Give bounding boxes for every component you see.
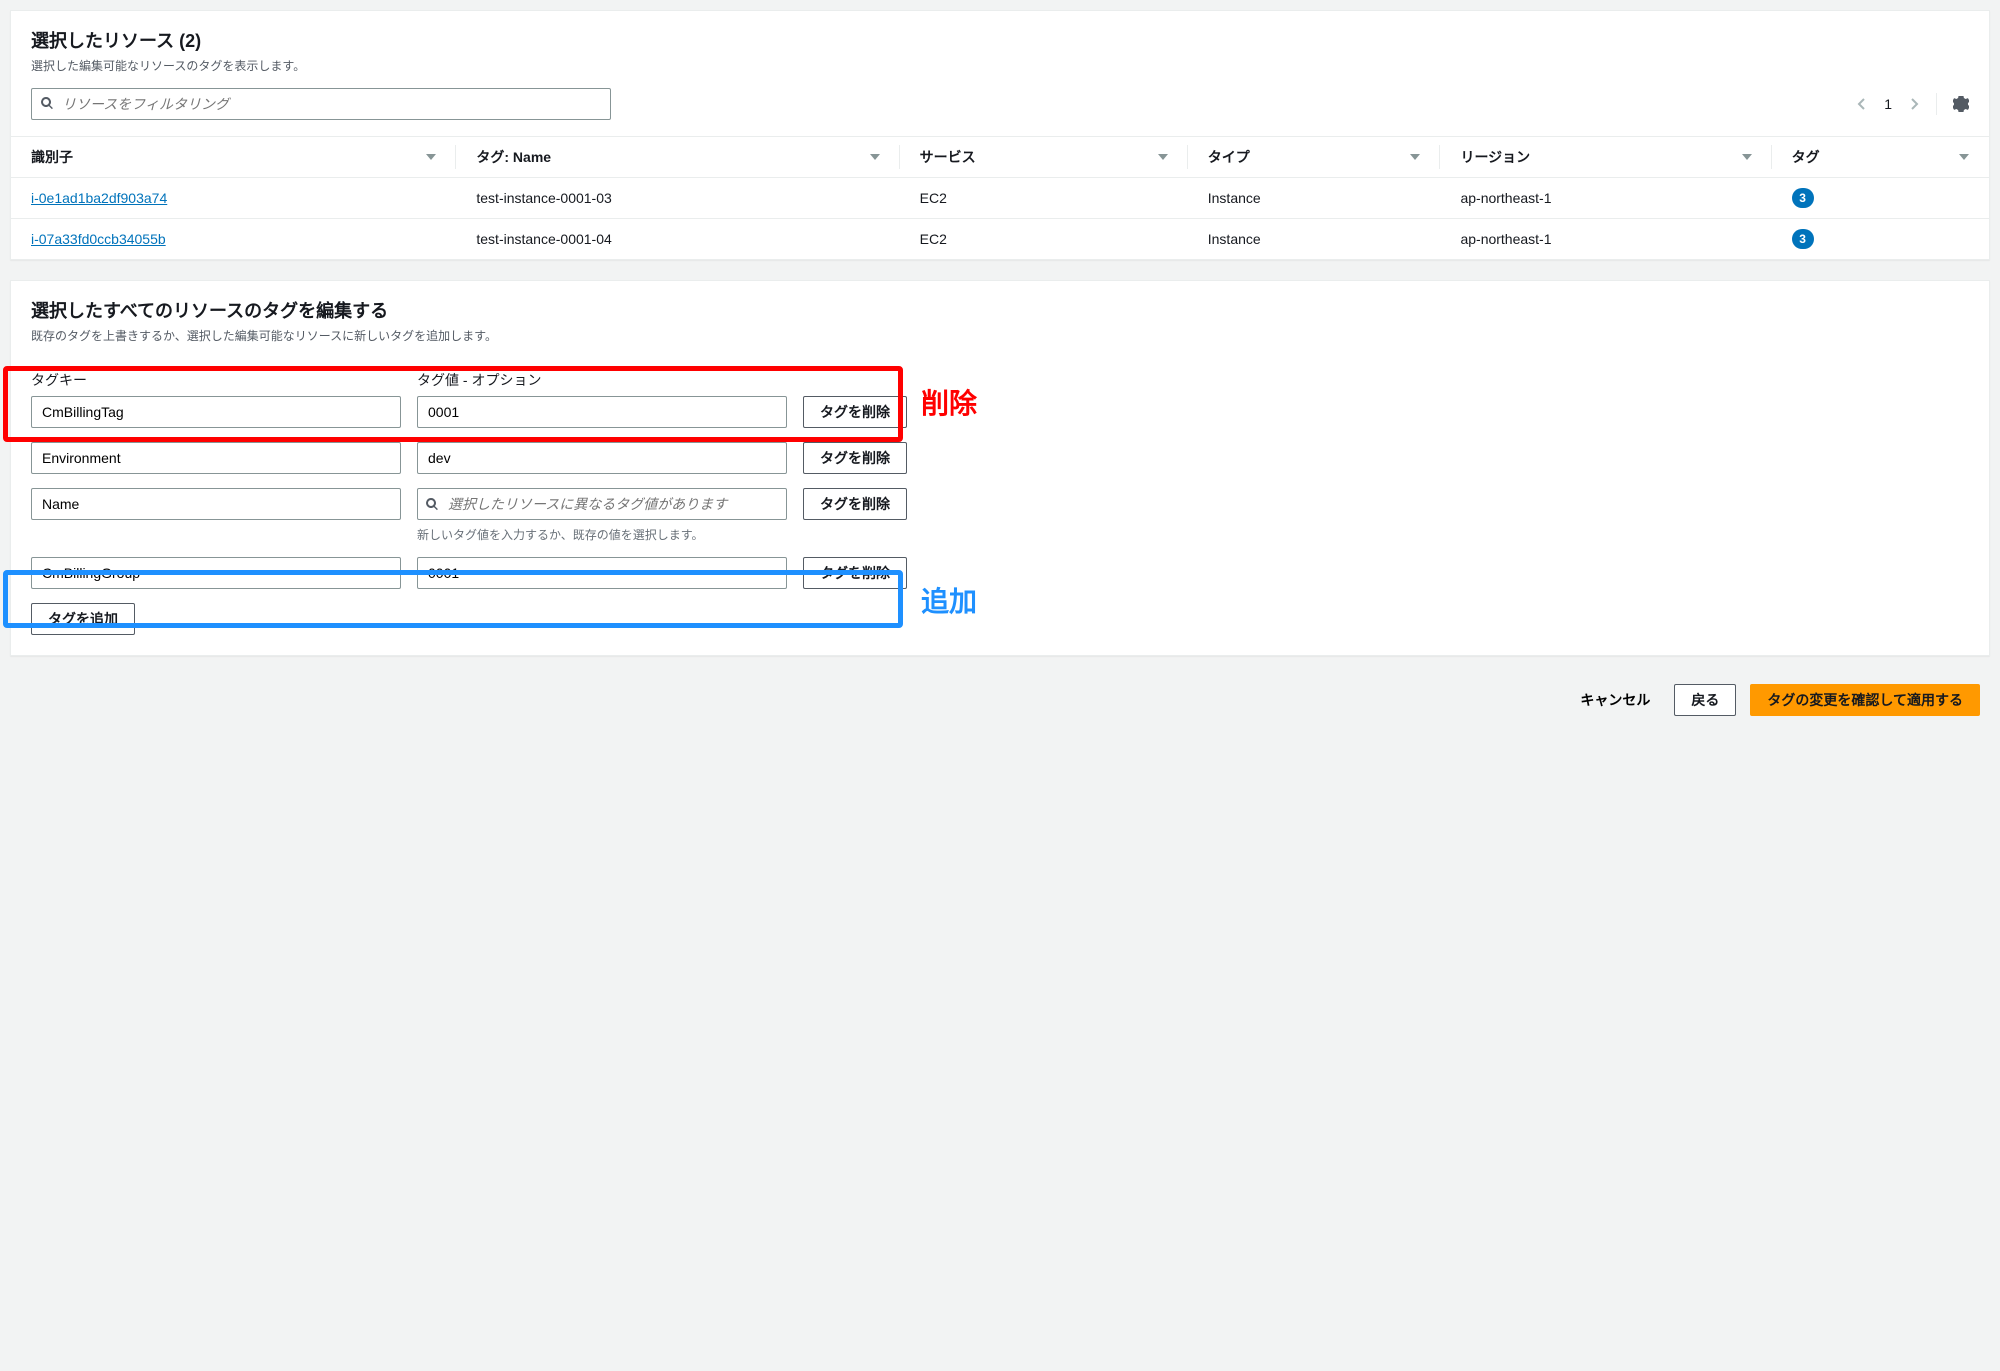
remove-tag-button[interactable]: タグを削除 xyxy=(803,442,907,474)
resources-table: 識別子 タグ: Name サービス タイプ リージョン タグ i-0e1ad1b… xyxy=(11,136,1989,259)
annotation-add: 追加 xyxy=(921,580,977,620)
tag-editor: タグキー タグ値 - オプション タグを削除 タグを削除 タグを削除 新しいタグ… xyxy=(11,358,1989,655)
selected-resources-description: 選択した編集可能なリソースのタグを表示します。 xyxy=(31,57,1969,74)
tag-value-input[interactable] xyxy=(417,442,787,474)
cell-type: Instance xyxy=(1188,178,1441,219)
sort-icon xyxy=(1158,152,1168,162)
resource-identifier-link[interactable]: i-07a33fd0ccb34055b xyxy=(31,231,166,247)
resource-identifier-link[interactable]: i-0e1ad1ba2df903a74 xyxy=(31,190,167,206)
annotation-delete: 削除 xyxy=(921,382,977,422)
cell-tag-name: test-instance-0001-03 xyxy=(456,178,899,219)
cell-service: EC2 xyxy=(900,178,1188,219)
selected-resources-title: 選択したリソース (2) xyxy=(31,27,1969,53)
apply-button[interactable]: タグの変更を確認して適用する xyxy=(1750,684,1980,716)
tag-value-input[interactable] xyxy=(417,488,787,520)
remove-tag-button[interactable]: タグを削除 xyxy=(803,396,907,428)
tag-value-input[interactable] xyxy=(417,396,787,428)
cell-region: ap-northeast-1 xyxy=(1440,178,1771,219)
panel-header: 選択したリソース (2) 選択した編集可能なリソースのタグを表示します。 xyxy=(11,11,1989,88)
cell-service: EC2 xyxy=(900,219,1188,260)
filter-row: 1 xyxy=(11,88,1989,136)
tag-row: タグを削除 xyxy=(31,396,1969,428)
panel-header: 選択したすべてのリソースのタグを編集する 既存のタグを上書きするか、選択した編集… xyxy=(11,281,1989,358)
edit-tags-title: 選択したすべてのリソースのタグを編集する xyxy=(31,297,1969,323)
sort-icon xyxy=(1742,152,1752,162)
col-service[interactable]: サービス xyxy=(900,137,1188,178)
pager-page-number: 1 xyxy=(1884,96,1892,112)
col-type[interactable]: タイプ xyxy=(1188,137,1441,178)
tag-row: タグを削除 xyxy=(31,442,1969,474)
tag-value-label: タグ値 - オプション xyxy=(417,370,787,390)
col-identifier[interactable]: 識別子 xyxy=(11,137,456,178)
tag-row: タグを削除 xyxy=(31,557,1969,589)
table-row: i-07a33fd0ccb34055b test-instance-0001-0… xyxy=(11,219,1989,260)
edit-tags-description: 既存のタグを上書きするか、選択した編集可能なリソースに新しいタグを追加します。 xyxy=(31,327,1969,344)
search-icon xyxy=(40,96,54,113)
name-row-hint: 新しいタグ値を入力するか、既存の値を選択します。 xyxy=(417,526,1969,543)
settings-gear-icon[interactable] xyxy=(1953,96,1969,112)
cell-region: ap-northeast-1 xyxy=(1440,219,1771,260)
tag-count-badge[interactable]: 3 xyxy=(1792,229,1814,249)
tag-key-input[interactable] xyxy=(31,396,401,428)
action-bar: キャンセル 戻る タグの変更を確認して適用する xyxy=(10,676,1990,724)
sort-icon xyxy=(1410,152,1420,162)
col-region[interactable]: リージョン xyxy=(1440,137,1771,178)
tag-value-input[interactable] xyxy=(417,557,787,589)
tag-count-badge[interactable]: 3 xyxy=(1792,188,1814,208)
remove-tag-button[interactable]: タグを削除 xyxy=(803,488,907,520)
col-tag[interactable]: タグ xyxy=(1772,137,1989,178)
resource-filter-box[interactable] xyxy=(31,88,611,120)
tag-key-input[interactable] xyxy=(31,488,401,520)
tag-key-input[interactable] xyxy=(31,442,401,474)
cell-type: Instance xyxy=(1188,219,1441,260)
pager-next[interactable] xyxy=(1908,98,1920,110)
sort-icon xyxy=(870,152,880,162)
selected-resources-panel: 選択したリソース (2) 選択した編集可能なリソースのタグを表示します。 1 識… xyxy=(10,10,1990,260)
add-tag-button[interactable]: タグを追加 xyxy=(31,603,135,635)
cell-tag-name: test-instance-0001-04 xyxy=(456,219,899,260)
col-tag-name[interactable]: タグ: Name xyxy=(456,137,899,178)
resource-filter-input[interactable] xyxy=(60,95,602,113)
tag-row: タグを削除 xyxy=(31,488,1969,520)
back-button[interactable]: 戻る xyxy=(1674,684,1736,716)
pager-prev[interactable] xyxy=(1856,98,1868,110)
table-row: i-0e1ad1ba2df903a74 test-instance-0001-0… xyxy=(11,178,1989,219)
tag-key-label: タグキー xyxy=(31,370,401,390)
tag-key-input[interactable] xyxy=(31,557,401,589)
pager: 1 xyxy=(1856,93,1969,115)
edit-tags-panel: 選択したすべてのリソースのタグを編集する 既存のタグを上書きするか、選択した編集… xyxy=(10,280,1990,656)
sort-icon xyxy=(426,152,436,162)
remove-tag-button[interactable]: タグを削除 xyxy=(803,557,907,589)
tag-column-labels: タグキー タグ値 - オプション xyxy=(31,370,1969,390)
cancel-button[interactable]: キャンセル xyxy=(1570,684,1660,716)
sort-icon xyxy=(1959,152,1969,162)
